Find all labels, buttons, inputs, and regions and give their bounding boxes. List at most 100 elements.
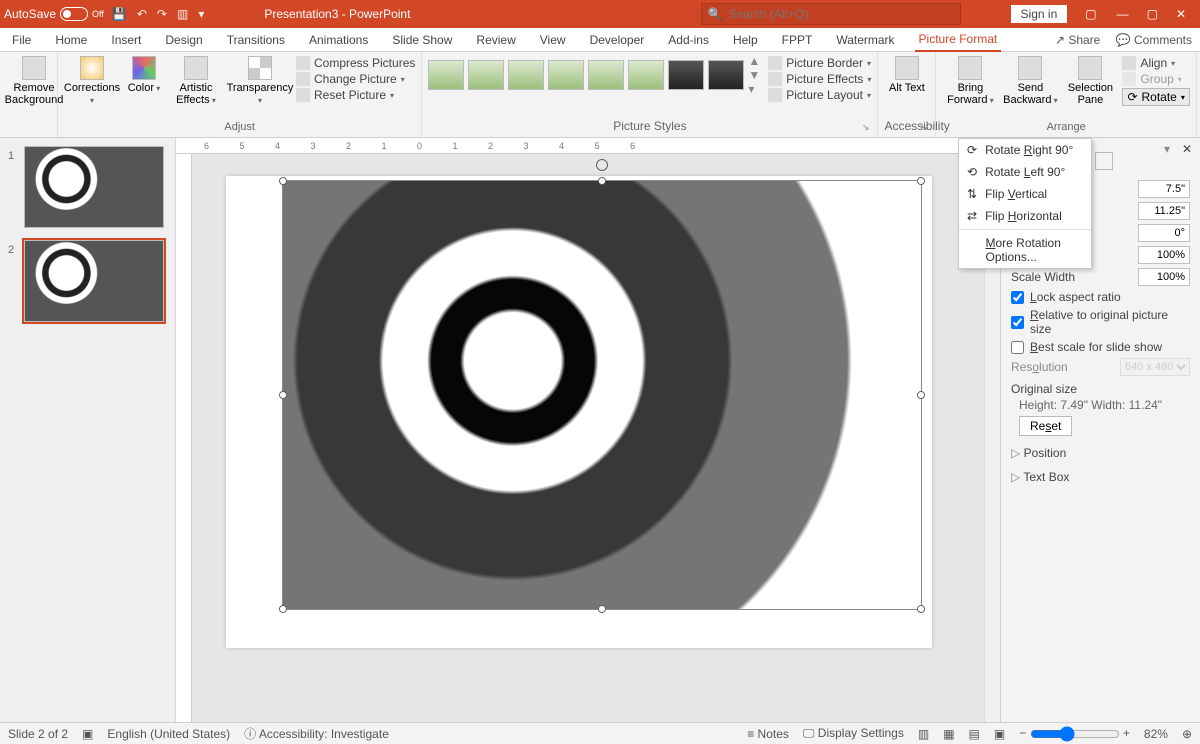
spellcheck-icon[interactable]: ▣: [82, 727, 93, 741]
picture-effects-button[interactable]: Picture Effects: [768, 72, 871, 86]
resize-handle[interactable]: [279, 605, 287, 613]
save-icon[interactable]: 💾: [112, 7, 127, 21]
picture-border-button[interactable]: Picture Border: [768, 56, 871, 70]
style-thumb[interactable]: [468, 60, 504, 90]
sorter-view-icon[interactable]: ▦: [943, 727, 954, 741]
slideshow-view-icon[interactable]: ▣: [994, 727, 1005, 741]
share-button[interactable]: ↗ Share: [1055, 33, 1100, 47]
close-icon[interactable]: ✕: [1176, 7, 1186, 21]
style-thumb[interactable]: [708, 60, 744, 90]
selected-picture[interactable]: [282, 180, 922, 610]
maximize-icon[interactable]: ▢: [1147, 7, 1158, 21]
tab-insert[interactable]: Insert: [107, 29, 145, 51]
transparency-button[interactable]: Transparency: [228, 54, 292, 106]
accessibility-icon[interactable]: ⓘ Accessibility: Investigate: [244, 725, 389, 742]
pane-width-input[interactable]: [1138, 202, 1190, 220]
resize-handle[interactable]: [598, 605, 606, 613]
compress-pictures-button[interactable]: Compress Pictures: [296, 56, 415, 70]
tab-home[interactable]: Home: [51, 29, 91, 51]
rotate-right-90[interactable]: ⟳Rotate Right 90°: [959, 139, 1091, 161]
remove-background-button[interactable]: Remove Background: [6, 54, 62, 106]
lock-aspect-checkbox[interactable]: Lock aspect ratio: [1011, 290, 1190, 304]
send-backward-button[interactable]: Send Backward: [1002, 54, 1058, 106]
tab-help[interactable]: Help: [729, 29, 762, 51]
tab-addins[interactable]: Add-ins: [664, 29, 713, 51]
rotation-handle[interactable]: [596, 159, 608, 171]
resize-handle[interactable]: [279, 391, 287, 399]
search-input[interactable]: [729, 7, 954, 21]
flip-vertical[interactable]: ⇅Flip Vertical: [959, 183, 1091, 205]
tab-view[interactable]: View: [536, 29, 570, 51]
dialog-launcher-icon[interactable]: ↘: [920, 122, 928, 133]
reading-view-icon[interactable]: ▤: [969, 727, 980, 741]
gallery-down-icon[interactable]: ▼: [748, 68, 760, 82]
minimize-icon[interactable]: —: [1117, 7, 1129, 21]
sign-in-button[interactable]: Sign in: [1011, 5, 1068, 23]
tab-transitions[interactable]: Transitions: [223, 29, 289, 51]
status-language[interactable]: English (United States): [107, 727, 230, 741]
start-from-beginning-icon[interactable]: ▥: [177, 7, 188, 21]
status-slide-count[interactable]: Slide 2 of 2: [8, 727, 68, 741]
flip-horizontal[interactable]: ⇄Flip Horizontal: [959, 205, 1091, 227]
slide-thumb-1[interactable]: [24, 146, 164, 228]
qat-more-icon[interactable]: ▾: [198, 7, 204, 21]
more-rotation-options[interactable]: More Rotation Options...: [959, 232, 1091, 268]
pane-rotation-input[interactable]: [1138, 224, 1190, 242]
group-button[interactable]: Group: [1122, 72, 1189, 86]
pane-height-input[interactable]: [1138, 180, 1190, 198]
color-button[interactable]: Color: [124, 54, 164, 94]
bring-forward-button[interactable]: Bring Forward: [942, 54, 998, 106]
search-box[interactable]: 🔍: [701, 3, 961, 25]
tab-watermark[interactable]: Watermark: [832, 29, 898, 51]
style-thumb[interactable]: [628, 60, 664, 90]
relative-size-checkbox[interactable]: Relative to original picture size: [1011, 308, 1190, 336]
tab-fppt[interactable]: FPPT: [778, 29, 817, 51]
change-picture-button[interactable]: Change Picture: [296, 72, 415, 86]
slide-canvas[interactable]: [192, 154, 984, 722]
autosave-toggle[interactable]: AutoSave Off: [4, 7, 104, 21]
display-settings-button[interactable]: 🖵 Display Settings: [803, 726, 904, 741]
corrections-button[interactable]: Corrections: [64, 54, 120, 106]
rotate-button[interactable]: ⟳Rotate▾: [1122, 88, 1189, 106]
style-thumb[interactable]: [668, 60, 704, 90]
undo-icon[interactable]: ↶: [137, 7, 147, 21]
artistic-effects-button[interactable]: Artistic Effects: [168, 54, 224, 106]
style-thumb[interactable]: [508, 60, 544, 90]
textbox-section[interactable]: Text Box: [1011, 470, 1190, 484]
tab-file[interactable]: File: [8, 29, 35, 51]
tab-design[interactable]: Design: [161, 29, 206, 51]
comments-button[interactable]: 💬 Comments: [1116, 33, 1192, 47]
reset-picture-button[interactable]: Reset Picture: [296, 88, 415, 102]
resize-handle[interactable]: [917, 177, 925, 185]
ribbon-display-icon[interactable]: ▢: [1085, 7, 1096, 21]
fit-to-window-icon[interactable]: ⊕: [1182, 727, 1192, 741]
normal-view-icon[interactable]: ▥: [918, 727, 929, 741]
style-thumb[interactable]: [548, 60, 584, 90]
tab-slideshow[interactable]: Slide Show: [388, 29, 456, 51]
tab-review[interactable]: Review: [472, 29, 519, 51]
pane-close-icon[interactable]: ✕: [1182, 142, 1192, 156]
picture-tab-icon[interactable]: [1095, 152, 1113, 170]
selection-pane-button[interactable]: Selection Pane: [1062, 54, 1118, 106]
style-thumb[interactable]: [428, 60, 464, 90]
resize-handle[interactable]: [917, 391, 925, 399]
tab-picture-format[interactable]: Picture Format: [915, 28, 1002, 52]
notes-button[interactable]: ≡ Notes: [747, 727, 789, 741]
resize-handle[interactable]: [917, 605, 925, 613]
resize-handle[interactable]: [279, 177, 287, 185]
alt-text-button[interactable]: Alt Text: [884, 54, 929, 94]
style-thumb[interactable]: [588, 60, 624, 90]
redo-icon[interactable]: ↷: [157, 7, 167, 21]
dialog-launcher-icon[interactable]: ↘: [862, 122, 870, 133]
pane-collapse-icon[interactable]: ▾: [1164, 142, 1170, 156]
resize-handle[interactable]: [598, 177, 606, 185]
position-section[interactable]: Position: [1011, 446, 1190, 460]
gallery-more-icon[interactable]: ▾: [748, 82, 760, 96]
align-button[interactable]: Align: [1122, 56, 1189, 70]
tab-animations[interactable]: Animations: [305, 29, 372, 51]
best-scale-checkbox[interactable]: Best scale for slide show: [1011, 340, 1190, 354]
pane-scale-width-input[interactable]: [1138, 268, 1190, 286]
tab-developer[interactable]: Developer: [586, 29, 649, 51]
slide-thumb-2[interactable]: [24, 240, 164, 322]
gallery-up-icon[interactable]: ▲: [748, 54, 760, 68]
